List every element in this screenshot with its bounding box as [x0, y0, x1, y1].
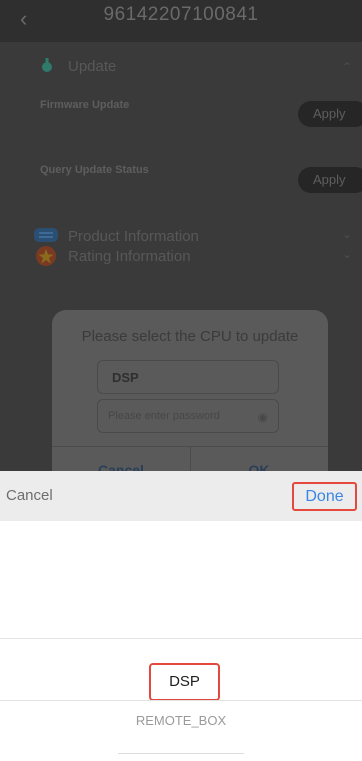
update-icon [42, 58, 52, 72]
picker-selection-line-top [0, 638, 362, 639]
chevron-down-icon: ⌄ [341, 227, 352, 241]
picker-fade-line [118, 753, 244, 754]
cpu-select-dialog: Please select the CPU to update DSP Plea… [52, 310, 328, 471]
cpu-select-field[interactable]: DSP [97, 360, 279, 394]
device-screen: ‹ 96142207100841 Update ⌃ Firmware Updat… [0, 0, 362, 471]
picker-cancel-button[interactable]: Cancel [6, 487, 53, 504]
chevron-down-icon: ⌄ [341, 247, 352, 261]
firmware-update-apply-button[interactable]: Apply [298, 101, 362, 127]
eye-icon[interactable]: ◉ [258, 410, 268, 424]
picker-toolbar: Cancel Done [0, 471, 362, 521]
query-update-status-apply-button[interactable]: Apply [298, 167, 362, 193]
picker-option[interactable]: REMOTE_BOX [0, 713, 362, 728]
password-placeholder: Please enter password [108, 410, 220, 422]
picker-done-button[interactable]: Done [292, 482, 357, 511]
chevron-up-icon: ⌃ [341, 60, 352, 74]
password-field[interactable]: Please enter password ◉ [97, 399, 279, 433]
firmware-update-label: Firmware Update [40, 99, 130, 111]
query-update-status-label: Query Update Status [40, 164, 149, 176]
picker-option-selected[interactable]: DSP [149, 663, 220, 701]
dialog-ok-button[interactable]: OK [190, 462, 328, 471]
rating-icon [36, 246, 56, 266]
update-section-header[interactable]: Update ⌃ [0, 52, 362, 82]
top-bar: ‹ 96142207100841 [0, 0, 362, 42]
cpu-select-value: DSP [112, 370, 139, 385]
picker-selection-line-bottom [0, 700, 362, 701]
rating-information-section-header[interactable]: Rating Information ⌄ [0, 241, 362, 271]
dialog-title: Please select the CPU to update [81, 328, 299, 345]
update-section-label: Update [68, 58, 117, 75]
dialog-cancel-button[interactable]: Cancel [52, 462, 190, 471]
rating-information-label: Rating Information [68, 248, 191, 265]
page-title: 96142207100841 [103, 4, 259, 25]
cpu-picker-sheet: Cancel Done DSP REMOTE_BOX [0, 471, 362, 761]
